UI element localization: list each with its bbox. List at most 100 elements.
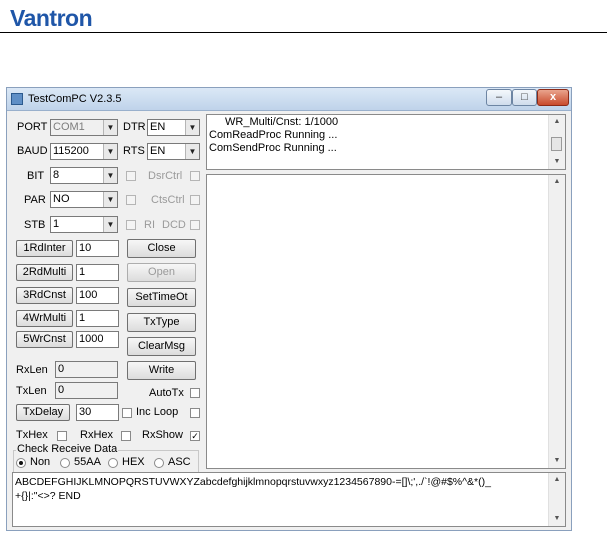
minimize-button[interactable]: –	[486, 89, 512, 106]
open-port-button[interactable]: Open	[127, 263, 196, 282]
close-window-button[interactable]: x	[537, 89, 569, 106]
non-radio[interactable]	[16, 458, 26, 468]
rdinter-input[interactable]: 10	[76, 240, 119, 257]
scroll-up-icon[interactable]: ▲	[549, 473, 565, 487]
bit-value: 8	[53, 169, 60, 181]
rts-label: RTS	[123, 145, 145, 157]
chevron-down-icon: ▼	[103, 192, 117, 207]
scroll-thumb[interactable]	[551, 137, 562, 151]
scroll-up-icon[interactable]: ▲	[549, 175, 565, 189]
title-bar[interactable]: TestComPC V2.3.5 – □ x	[7, 88, 571, 111]
hex-radio[interactable]	[108, 458, 118, 468]
app-icon	[11, 93, 23, 105]
status-line: ComReadProc Running ...	[209, 129, 338, 141]
close-port-button[interactable]: Close	[127, 239, 196, 258]
dcd-checkbox[interactable]	[190, 220, 200, 230]
dtr-select[interactable]: EN ▼	[147, 119, 200, 136]
txtype-button[interactable]: TxType	[127, 313, 196, 332]
rdmulti-button[interactable]: 2RdMulti	[16, 264, 73, 281]
55aa-radio[interactable]	[60, 458, 70, 468]
scroll-up-icon[interactable]: ▲	[549, 115, 565, 129]
ri-label: RI	[144, 219, 155, 231]
ctsctrl-label: CtsCtrl	[151, 194, 185, 206]
txdelay-button[interactable]: TxDelay	[16, 404, 70, 421]
dtr-value: EN	[150, 121, 166, 133]
wrmulti-button[interactable]: 4WrMulti	[16, 310, 73, 327]
port-label: PORT	[17, 121, 48, 133]
ctsctrl-left-checkbox[interactable]	[126, 195, 136, 205]
write-button[interactable]: Write	[127, 361, 196, 380]
receive-area[interactable]: ▲ ▼	[206, 174, 566, 469]
rdmulti-input[interactable]: 1	[76, 264, 119, 281]
chevron-down-icon: ▼	[103, 144, 117, 159]
ri-checkbox[interactable]	[126, 220, 136, 230]
port-value: COM1	[53, 121, 85, 133]
send-text-line: +{}|:"<>? END	[15, 490, 81, 502]
settimeout-button[interactable]: SetTimeOt	[127, 288, 196, 307]
txlen-label: TxLen	[16, 385, 47, 397]
send-scrollbar[interactable]: ▲ ▼	[548, 473, 565, 526]
rxlen-value: 0	[55, 361, 118, 378]
baud-value: 115200	[53, 145, 89, 157]
asc-radio[interactable]	[154, 458, 164, 468]
check-receive-label: Check Receive Data	[16, 443, 119, 455]
hex-label: HEX	[122, 456, 145, 468]
55aa-label: 55AA	[74, 456, 101, 468]
rdcnst-button[interactable]: 3RdCnst	[16, 287, 73, 304]
receive-scrollbar[interactable]: ▲ ▼	[548, 175, 565, 468]
ctsctrl-checkbox[interactable]	[190, 195, 200, 205]
scroll-down-icon[interactable]: ▼	[549, 512, 565, 526]
rxhex-checkbox[interactable]	[121, 431, 131, 441]
incloop-label: Inc Loop	[136, 406, 179, 418]
vantron-logo: Vantron	[10, 5, 93, 31]
window-title: TestComPC V2.3.5	[28, 93, 122, 105]
bit-label: BIT	[27, 170, 45, 182]
txhex-checkbox[interactable]	[57, 431, 67, 441]
wrcnst-input[interactable]: 1000	[76, 331, 119, 348]
send-text-area[interactable]: ABCDEFGHIJKLMNOPQRSTUVWXYZabcdefghijklmn…	[12, 472, 566, 527]
incloop-checkbox[interactable]	[190, 408, 200, 418]
rxlen-label: RxLen	[16, 364, 48, 376]
maximize-button[interactable]: □	[512, 89, 537, 106]
baud-select[interactable]: 115200 ▼	[50, 143, 118, 160]
chevron-down-icon: ▼	[185, 120, 199, 135]
clearmsg-button[interactable]: ClearMsg	[127, 337, 196, 356]
txlen-value: 0	[55, 382, 118, 399]
scroll-down-icon[interactable]: ▼	[549, 454, 565, 468]
dcd-label: DCD	[162, 219, 186, 231]
txhex-label: TxHex	[16, 429, 48, 441]
status-log[interactable]: WR_Multi/Cnst: 1/1000 ComReadProc Runnin…	[206, 114, 566, 170]
app-window: TestComPC V2.3.5 – □ x PORT COM1 ▼ DTR EN…	[6, 87, 572, 531]
stb-value: 1	[53, 218, 60, 230]
autotx-checkbox[interactable]	[190, 388, 200, 398]
chevron-down-icon: ▼	[185, 144, 199, 159]
header-rule	[0, 32, 607, 33]
baud-label: BAUD	[17, 145, 48, 157]
rdcnst-input[interactable]: 100	[76, 287, 119, 304]
dsrctrl-checkbox[interactable]	[190, 171, 200, 181]
wrcnst-button[interactable]: 5WrCnst	[16, 331, 73, 348]
rxshow-label: RxShow	[142, 429, 183, 441]
rdinter-button[interactable]: 1RdInter	[16, 240, 73, 257]
scroll-down-icon[interactable]: ▼	[549, 155, 565, 169]
rxshow-checkbox[interactable]: ✓	[190, 431, 200, 441]
par-value: NO	[53, 193, 70, 205]
status-scrollbar[interactable]: ▲ ▼	[548, 115, 565, 169]
stb-label: STB	[24, 219, 46, 231]
txdelay-input[interactable]: 30	[76, 404, 119, 421]
chevron-down-icon: ▼	[103, 217, 117, 232]
rts-select[interactable]: EN ▼	[147, 143, 200, 160]
status-line: ComSendProc Running ...	[209, 142, 337, 154]
rxhex-label: RxHex	[80, 429, 114, 441]
par-select[interactable]: NO ▼	[50, 191, 118, 208]
chevron-down-icon: ▼	[103, 168, 117, 183]
wrmulti-input[interactable]: 1	[76, 310, 119, 327]
chevron-down-icon: ▼	[103, 120, 117, 135]
stb-select[interactable]: 1 ▼	[50, 216, 118, 233]
bit-select[interactable]: 8 ▼	[50, 167, 118, 184]
incloop-left-checkbox[interactable]	[122, 408, 132, 418]
non-label: Non	[30, 456, 51, 468]
port-select[interactable]: COM1 ▼	[50, 119, 118, 136]
dsrctrl-left-checkbox[interactable]	[126, 171, 136, 181]
rts-value: EN	[150, 145, 166, 157]
